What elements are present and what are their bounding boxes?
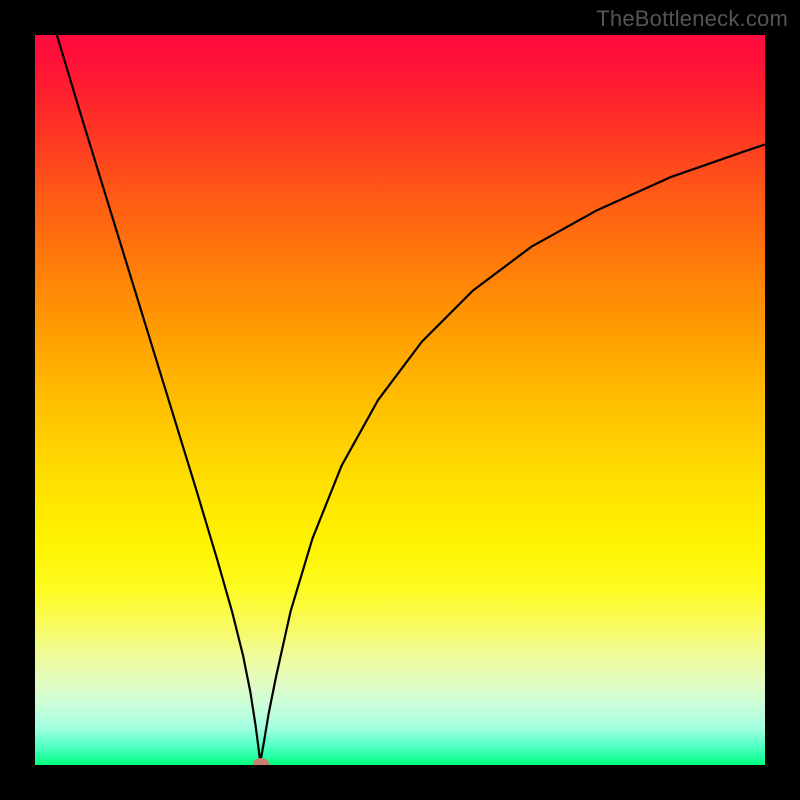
watermark-text: TheBottleneck.com [596, 6, 788, 32]
curve-svg [35, 35, 765, 765]
plot-area [35, 35, 765, 765]
chart-container: TheBottleneck.com [0, 0, 800, 800]
minimum-marker [253, 758, 269, 765]
bottleneck-curve [57, 35, 765, 764]
